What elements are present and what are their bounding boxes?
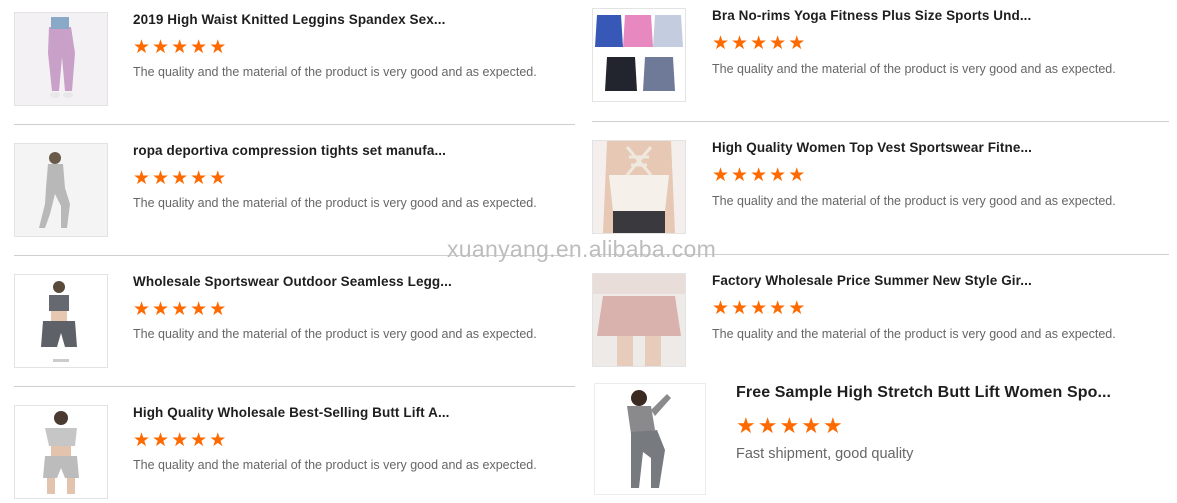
star-icon: ★ (190, 168, 208, 189)
star-icon: ★ (757, 413, 778, 438)
star-icon: ★ (152, 430, 170, 451)
star-icon: ★ (731, 33, 749, 54)
review-comment: The quality and the material of the prod… (712, 62, 1116, 76)
review-divider (14, 386, 575, 387)
rating-stars: ★ ★ ★ ★ ★ (133, 169, 226, 188)
star-icon: ★ (788, 33, 806, 54)
star-icon: ★ (801, 413, 821, 438)
star-icon: ★ (731, 298, 749, 319)
star-icon: ★ (171, 430, 189, 451)
product-title[interactable]: High Quality Wholesale Best-Selling Butt… (133, 405, 450, 420)
review-item: High Quality Wholesale Best-Selling Butt… (0, 393, 580, 503)
star-icon: ★ (769, 298, 787, 319)
star-icon: ★ (769, 33, 787, 54)
star-icon: ★ (152, 37, 170, 58)
star-icon: ★ (209, 430, 227, 451)
review-comment: The quality and the material of the prod… (712, 194, 1116, 208)
review-item: Wholesale Sportswear Outdoor Seamless Le… (0, 262, 580, 377)
review-item: ropa deportiva compression tights set ma… (0, 131, 580, 246)
product-thumbnail[interactable] (14, 405, 108, 499)
star-icon: ★ (731, 165, 749, 186)
star-icon: ★ (750, 165, 768, 186)
star-icon: ★ (788, 298, 806, 319)
stretch-set-photo (595, 384, 705, 494)
review-item: Factory Wholesale Price Summer New Style… (588, 265, 1177, 377)
review-item: 2019 High Waist Knitted Leggins Spandex … (0, 0, 580, 115)
review-divider (592, 121, 1169, 122)
star-icon: ★ (209, 37, 227, 58)
product-title[interactable]: 2019 High Waist Knitted Leggins Spandex … (133, 12, 445, 27)
review-comment: The quality and the material of the prod… (133, 196, 537, 210)
product-title[interactable]: Free Sample High Stretch Butt Lift Women… (736, 384, 1111, 402)
seamless-set-photo (15, 275, 107, 367)
review-divider (14, 124, 575, 125)
sports-bras-photo (593, 9, 685, 101)
review-item: Free Sample High Stretch Butt Lift Women… (588, 380, 1177, 503)
rating-stars: ★ ★ ★ ★ ★ (133, 431, 226, 450)
star-icon: ★ (750, 298, 768, 319)
product-thumbnail[interactable] (594, 383, 706, 495)
product-thumbnail[interactable] (592, 140, 686, 234)
star-icon: ★ (133, 168, 151, 189)
star-icon: ★ (788, 165, 806, 186)
star-icon: ★ (190, 430, 208, 451)
star-icon: ★ (152, 299, 170, 320)
review-item: High Quality Women Top Vest Sportswear F… (588, 132, 1177, 244)
review-comment: The quality and the material of the prod… (133, 327, 537, 341)
star-icon: ★ (712, 33, 730, 54)
product-title[interactable]: Bra No-rims Yoga Fitness Plus Size Sport… (712, 8, 1031, 23)
leggings-photo (15, 13, 107, 105)
star-icon: ★ (152, 168, 170, 189)
star-icon: ★ (822, 413, 843, 438)
product-title[interactable]: Wholesale Sportswear Outdoor Seamless Le… (133, 274, 452, 289)
product-thumbnail[interactable] (14, 274, 108, 368)
star-icon: ★ (190, 37, 208, 58)
review-comment: The quality and the material of the prod… (133, 458, 537, 472)
star-icon: ★ (209, 299, 227, 320)
star-icon: ★ (712, 165, 730, 186)
review-comment: Fast shipment, good quality (736, 446, 914, 462)
rating-stars: ★ ★ ★ ★ ★ (133, 38, 226, 57)
star-icon: ★ (190, 299, 208, 320)
star-icon: ★ (769, 165, 787, 186)
star-icon: ★ (736, 413, 756, 438)
star-icon: ★ (133, 430, 151, 451)
star-icon: ★ (750, 33, 768, 54)
product-thumbnail[interactable] (592, 8, 686, 102)
review-item: Bra No-rims Yoga Fitness Plus Size Sport… (588, 0, 1177, 112)
top-vest-photo (593, 141, 685, 233)
skirt-shorts-photo (593, 274, 685, 366)
rating-stars: ★ ★ ★ ★ ★ (736, 415, 843, 437)
star-icon: ★ (779, 413, 800, 438)
star-icon: ★ (712, 298, 730, 319)
star-icon: ★ (133, 37, 151, 58)
star-icon: ★ (209, 168, 227, 189)
butt-lift-set-photo (15, 406, 107, 498)
rating-stars: ★ ★ ★ ★ ★ (712, 166, 805, 185)
review-comment: The quality and the material of the prod… (133, 65, 537, 79)
star-icon: ★ (171, 168, 189, 189)
product-thumbnail[interactable] (14, 12, 108, 106)
star-icon: ★ (171, 37, 189, 58)
product-thumbnail[interactable] (14, 143, 108, 237)
review-comment: The quality and the material of the prod… (712, 327, 1116, 341)
rating-stars: ★ ★ ★ ★ ★ (133, 300, 226, 319)
product-thumbnail[interactable] (592, 273, 686, 367)
rating-stars: ★ ★ ★ ★ ★ (712, 299, 805, 318)
product-title[interactable]: ropa deportiva compression tights set ma… (133, 143, 446, 158)
star-icon: ★ (133, 299, 151, 320)
tights-set-photo (15, 144, 107, 236)
star-icon: ★ (171, 299, 189, 320)
product-title[interactable]: Factory Wholesale Price Summer New Style… (712, 273, 1032, 288)
product-title[interactable]: High Quality Women Top Vest Sportswear F… (712, 140, 1032, 155)
store-watermark: xuanyang.en.alibaba.com (447, 236, 717, 262)
rating-stars: ★ ★ ★ ★ ★ (712, 34, 805, 53)
